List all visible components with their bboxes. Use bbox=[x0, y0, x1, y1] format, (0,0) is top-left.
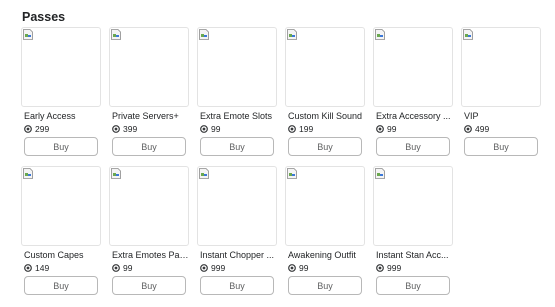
robux-icon bbox=[24, 124, 32, 133]
buy-button[interactable]: Buy bbox=[376, 276, 450, 295]
buy-button[interactable]: Buy bbox=[464, 137, 538, 156]
buy-button[interactable]: Buy bbox=[376, 137, 450, 156]
pass-card: Private Servers+ 399 Buy bbox=[109, 27, 189, 160]
pass-card: VIP 499 Buy bbox=[461, 27, 541, 160]
pass-price-value: 199 bbox=[299, 123, 314, 134]
pass-price-value: 99 bbox=[123, 262, 133, 273]
pass-price: 99 bbox=[112, 262, 132, 273]
pass-name[interactable]: Custom Kill Sound bbox=[288, 111, 365, 122]
pass-price-value: 399 bbox=[123, 123, 138, 134]
pass-price: 399 bbox=[112, 123, 137, 134]
pass-price-value: 999 bbox=[211, 262, 226, 273]
pass-thumbnail[interactable] bbox=[373, 166, 453, 246]
buy-button[interactable]: Buy bbox=[112, 137, 186, 156]
buy-button[interactable]: Buy bbox=[200, 276, 274, 295]
pass-price: 199 bbox=[288, 123, 313, 134]
passes-grid: Early Access 299 Buy Private Servers+ 39… bbox=[21, 27, 541, 299]
pass-card: Extra Emotes Page 99 Buy bbox=[109, 166, 189, 299]
pass-price-value: 299 bbox=[35, 123, 50, 134]
pass-price-value: 99 bbox=[387, 123, 397, 134]
pass-price-value: 999 bbox=[387, 262, 402, 273]
pass-price: 499 bbox=[464, 123, 489, 134]
robux-icon bbox=[112, 124, 120, 133]
pass-price: 999 bbox=[200, 262, 225, 273]
pass-price: 299 bbox=[24, 123, 49, 134]
broken-image-icon bbox=[111, 29, 121, 40]
buy-button[interactable]: Buy bbox=[112, 276, 186, 295]
pass-name[interactable]: VIP bbox=[464, 111, 541, 122]
robux-icon bbox=[24, 263, 32, 272]
broken-image-icon bbox=[111, 168, 121, 179]
robux-icon bbox=[376, 263, 384, 272]
pass-name[interactable]: Instant Chopper ... bbox=[200, 250, 277, 261]
pass-price-value: 99 bbox=[299, 262, 309, 273]
pass-name[interactable]: Awakening Outfit bbox=[288, 250, 365, 261]
robux-icon bbox=[288, 263, 296, 272]
broken-image-icon bbox=[463, 29, 473, 40]
pass-thumbnail[interactable] bbox=[109, 27, 189, 107]
broken-image-icon bbox=[23, 29, 33, 40]
pass-card: Early Access 299 Buy bbox=[21, 27, 101, 160]
pass-name[interactable]: Custom Capes bbox=[24, 250, 101, 261]
pass-name[interactable]: Extra Emotes Page bbox=[112, 250, 189, 261]
pass-price: 999 bbox=[376, 262, 401, 273]
pass-name[interactable]: Private Servers+ bbox=[112, 111, 189, 122]
robux-icon bbox=[112, 263, 120, 272]
pass-card: Instant Chopper ... 999 Buy bbox=[197, 166, 277, 299]
pass-card: Custom Capes 149 Buy bbox=[21, 166, 101, 299]
pass-price: 99 bbox=[200, 123, 220, 134]
pass-price-value: 149 bbox=[35, 262, 50, 273]
robux-icon bbox=[288, 124, 296, 133]
pass-thumbnail[interactable] bbox=[197, 27, 277, 107]
pass-thumbnail[interactable] bbox=[285, 27, 365, 107]
pass-price: 99 bbox=[288, 262, 308, 273]
broken-image-icon bbox=[375, 168, 385, 179]
pass-price: 99 bbox=[376, 123, 396, 134]
pass-card: Instant Stan Acc... 999 Buy bbox=[373, 166, 453, 299]
pass-name[interactable]: Instant Stan Acc... bbox=[376, 250, 453, 261]
robux-icon bbox=[464, 124, 472, 133]
pass-thumbnail[interactable] bbox=[285, 166, 365, 246]
pass-thumbnail[interactable] bbox=[461, 27, 541, 107]
buy-button[interactable]: Buy bbox=[200, 137, 274, 156]
broken-image-icon bbox=[375, 29, 385, 40]
pass-card: Awakening Outfit 99 Buy bbox=[285, 166, 365, 299]
robux-icon bbox=[200, 124, 208, 133]
pass-name[interactable]: Extra Emote Slots bbox=[200, 111, 277, 122]
pass-thumbnail[interactable] bbox=[109, 166, 189, 246]
pass-thumbnail[interactable] bbox=[21, 166, 101, 246]
broken-image-icon bbox=[287, 29, 297, 40]
pass-price-value: 99 bbox=[211, 123, 221, 134]
buy-button[interactable]: Buy bbox=[288, 137, 362, 156]
pass-card: Extra Accessory ... 99 Buy bbox=[373, 27, 453, 160]
broken-image-icon bbox=[23, 168, 33, 179]
pass-thumbnail[interactable] bbox=[373, 27, 453, 107]
broken-image-icon bbox=[199, 168, 209, 179]
buy-button[interactable]: Buy bbox=[24, 137, 98, 156]
buy-button[interactable]: Buy bbox=[24, 276, 98, 295]
pass-thumbnail[interactable] bbox=[21, 27, 101, 107]
pass-price-value: 499 bbox=[475, 123, 490, 134]
pass-card: Custom Kill Sound 199 Buy bbox=[285, 27, 365, 160]
pass-price: 149 bbox=[24, 262, 49, 273]
pass-card: Extra Emote Slots 99 Buy bbox=[197, 27, 277, 160]
robux-icon bbox=[200, 263, 208, 272]
robux-icon bbox=[376, 124, 384, 133]
pass-name[interactable]: Extra Accessory ... bbox=[376, 111, 453, 122]
broken-image-icon bbox=[287, 168, 297, 179]
broken-image-icon bbox=[199, 29, 209, 40]
buy-button[interactable]: Buy bbox=[288, 276, 362, 295]
pass-thumbnail[interactable] bbox=[197, 166, 277, 246]
pass-name[interactable]: Early Access bbox=[24, 111, 101, 122]
section-title: Passes bbox=[22, 10, 66, 24]
